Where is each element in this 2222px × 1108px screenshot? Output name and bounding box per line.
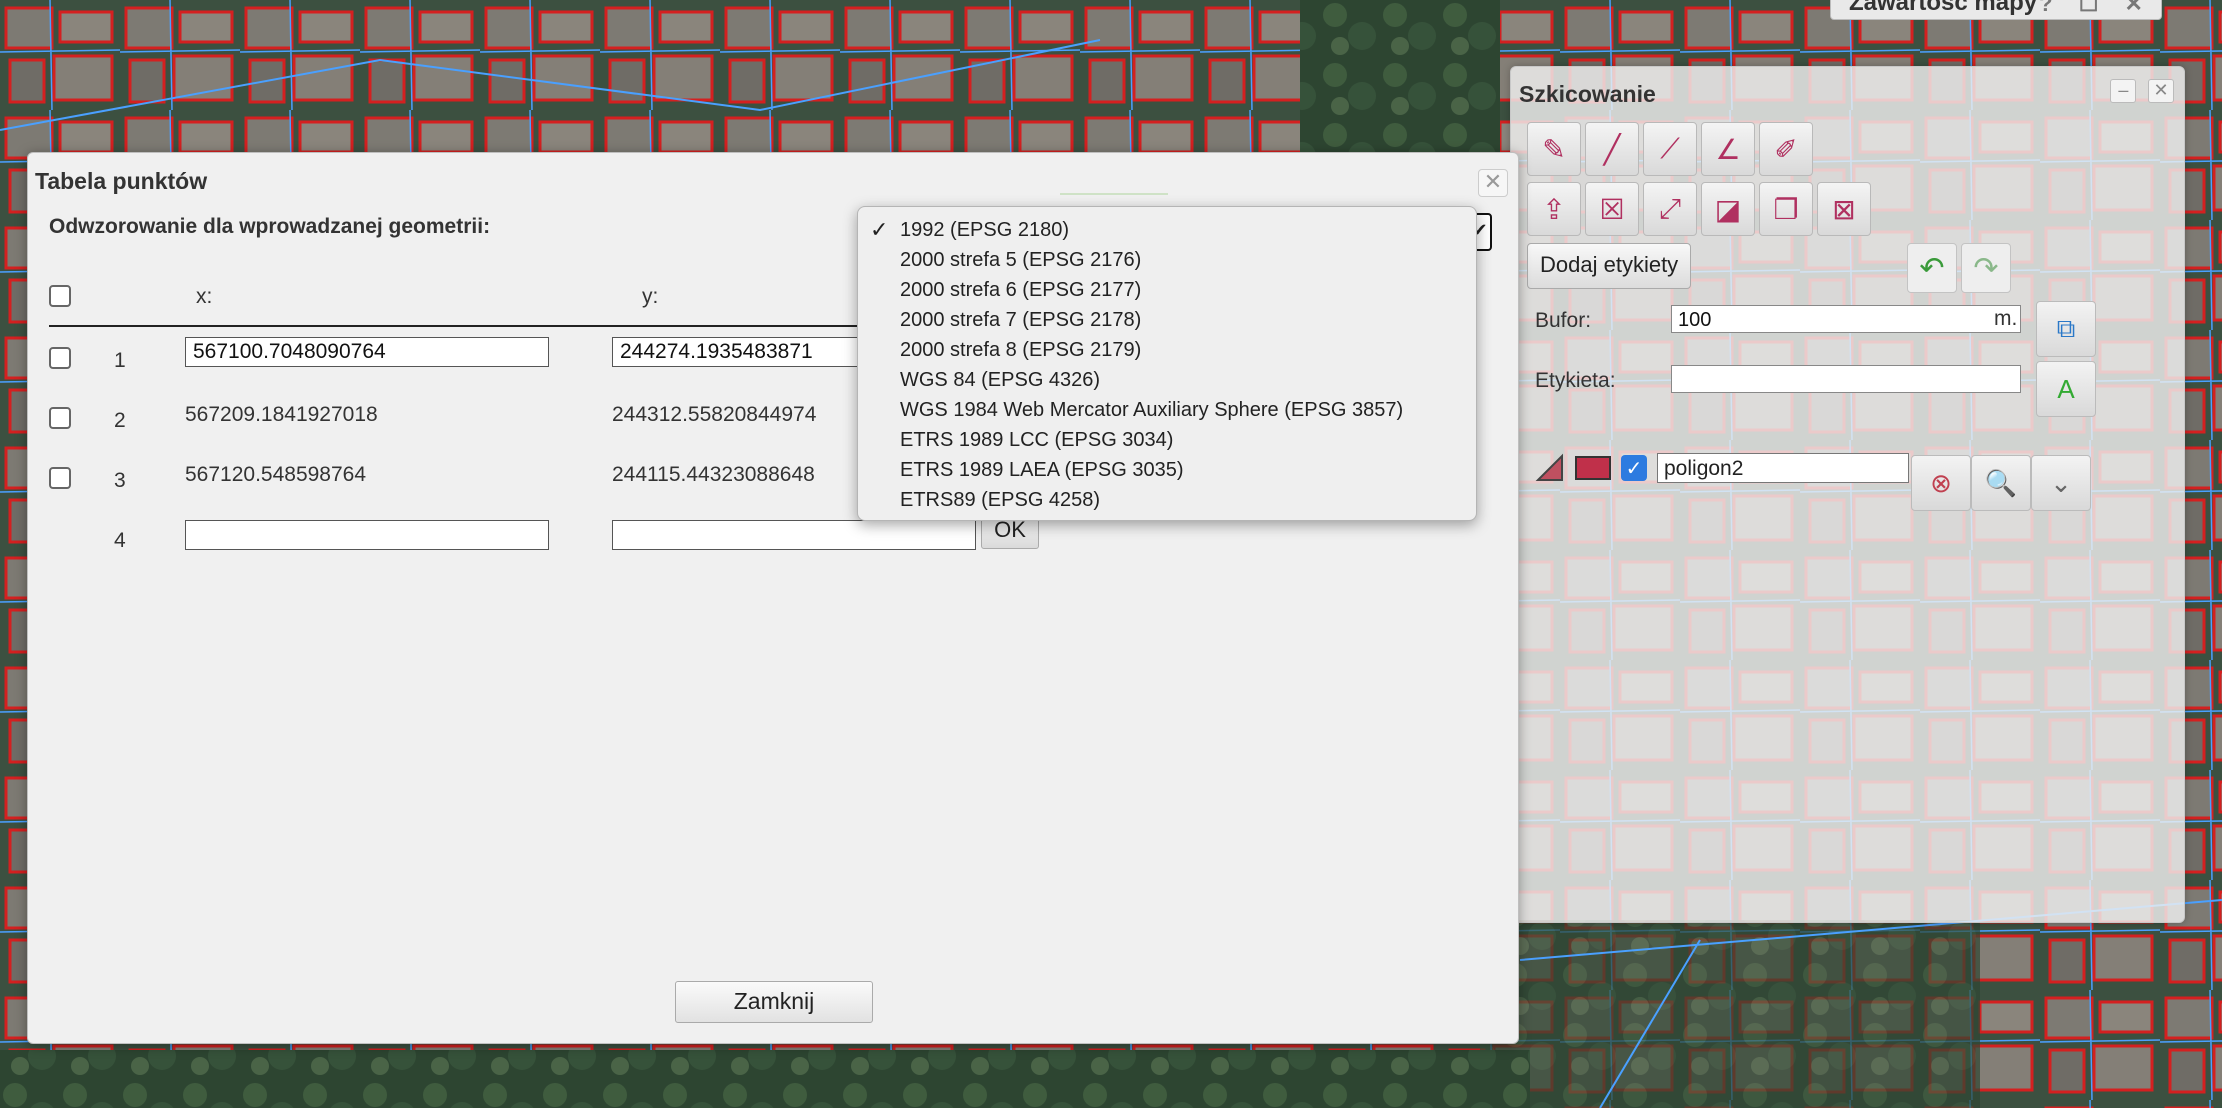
close-dialog-button[interactable]: Zamknij: [675, 981, 873, 1023]
map-contents-title: Zawartość mapy: [1849, 0, 2038, 16]
row-number: 2: [114, 409, 126, 432]
row-checkbox[interactable]: [49, 347, 71, 369]
delete-list-icon[interactable]: ⊠: [1817, 182, 1871, 236]
x-value[interactable]: 567209.1841927018: [185, 403, 378, 427]
column-y-header: y:: [642, 285, 659, 308]
add-labels-button[interactable]: Dodaj etykiety: [1527, 243, 1692, 289]
row-checkbox[interactable]: [49, 467, 71, 489]
sketch-layer-row: ✓ poligon2: [1535, 453, 1909, 483]
layer-visible-checkbox[interactable]: ✓: [1621, 455, 1647, 481]
projection-option[interactable]: ETRS 1989 LAEA (EPSG 3035): [858, 455, 1476, 485]
projection-option[interactable]: ETRS 1989 LCC (EPSG 3034): [858, 425, 1476, 455]
sketch-title: Szkicowanie: [1519, 81, 1656, 107]
draw-angle-icon[interactable]: ∠: [1701, 122, 1755, 176]
dialog-close-icon[interactable]: ✕: [1478, 169, 1508, 197]
draw-line-icon[interactable]: ╱: [1585, 122, 1639, 176]
dialog-title: Tabela punktów: [35, 168, 208, 194]
projection-option[interactable]: ✓ 1992 (EPSG 2180): [858, 215, 1476, 245]
map-contents-controls[interactable]: ? ☐ ✕: [2039, 0, 2153, 17]
select-all-checkbox[interactable]: [49, 285, 71, 307]
delete-layer-icon[interactable]: ⊗: [1911, 455, 1971, 511]
row-number: 4: [114, 529, 126, 552]
buffer-apply-icon[interactable]: ⧉: [2036, 301, 2096, 357]
new-x-input[interactable]: [185, 520, 549, 550]
projection-option[interactable]: 2000 strefa 7 (EPSG 2178): [858, 305, 1476, 335]
buffer-unit: m.: [1994, 307, 2018, 330]
zoom-to-layer-icon[interactable]: 🔍: [1971, 455, 2031, 511]
import-shape-icon[interactable]: ⇪: [1527, 182, 1581, 236]
label-input[interactable]: [1671, 365, 2021, 393]
new-y-input[interactable]: [612, 520, 976, 550]
column-x-header: x:: [196, 285, 213, 308]
buffer-input[interactable]: 100: [1671, 305, 2021, 333]
row-checkbox[interactable]: [49, 407, 71, 429]
polygon-type-icon: [1535, 453, 1563, 481]
copy-list-icon[interactable]: ❐: [1759, 182, 1813, 236]
map-contents-panel: Zawartość mapy ? ☐ ✕: [1830, 0, 2162, 20]
x-input[interactable]: 567100.7048090764: [185, 337, 549, 367]
minimize-button[interactable]: –: [2110, 79, 2137, 103]
row-number: 3: [114, 469, 126, 492]
x-value[interactable]: 567120.548598764: [185, 463, 366, 487]
text-style-icon[interactable]: A: [2036, 361, 2096, 417]
projection-label: Odwzorowanie dla wprowadzanej geometrii:: [49, 215, 491, 238]
close-button[interactable]: ✕: [2148, 79, 2174, 103]
projection-option[interactable]: WGS 1984 Web Mercator Auxiliary Sphere (…: [858, 395, 1476, 425]
edit-vertex-icon[interactable]: ⤢: [1643, 182, 1697, 236]
row-number: 1: [114, 349, 126, 372]
label-label: Etykieta:: [1535, 369, 1616, 392]
expand-layer-icon[interactable]: ⌄: [2031, 455, 2091, 511]
intersect-icon[interactable]: ◪: [1701, 182, 1755, 236]
draw-freehand-icon[interactable]: ✐: [1759, 122, 1813, 176]
sketch-panel: Szkicowanie – ✕ ✎ ╱ ⟋ ∠ ✐ ⇪ ☒ ⤢ ◪ ❐ ⊠ Do…: [1510, 66, 2185, 923]
redo-icon[interactable]: ↷: [1961, 243, 2011, 293]
projection-option[interactable]: 2000 strefa 6 (EPSG 2177): [858, 275, 1476, 305]
draw-polyline-icon[interactable]: ⟋: [1643, 122, 1697, 176]
select-delete-icon[interactable]: ☒: [1585, 182, 1639, 236]
projection-option[interactable]: WGS 84 (EPSG 4326): [858, 365, 1476, 395]
buffer-label: Bufor:: [1535, 309, 1592, 332]
layer-name-input[interactable]: poligon2: [1657, 453, 1909, 483]
y-value[interactable]: 244312.55820844974: [612, 403, 816, 427]
projection-option[interactable]: ETRS89 (EPSG 4258): [858, 485, 1476, 515]
projection-option[interactable]: 2000 strefa 5 (EPSG 2176): [858, 245, 1476, 275]
hidden-tab-line: [1060, 193, 1168, 205]
layer-color-swatch[interactable]: [1575, 456, 1611, 480]
projection-option[interactable]: 2000 strefa 8 (EPSG 2179): [858, 335, 1476, 365]
undo-icon[interactable]: ↶: [1907, 243, 1957, 293]
check-icon: ✓: [870, 217, 889, 242]
draw-point-icon[interactable]: ✎: [1527, 122, 1581, 176]
y-value[interactable]: 244115.44323088648: [612, 463, 815, 487]
projection-dropdown: ✓ 1992 (EPSG 2180) 2000 strefa 5 (EPSG 21…: [857, 206, 1477, 521]
